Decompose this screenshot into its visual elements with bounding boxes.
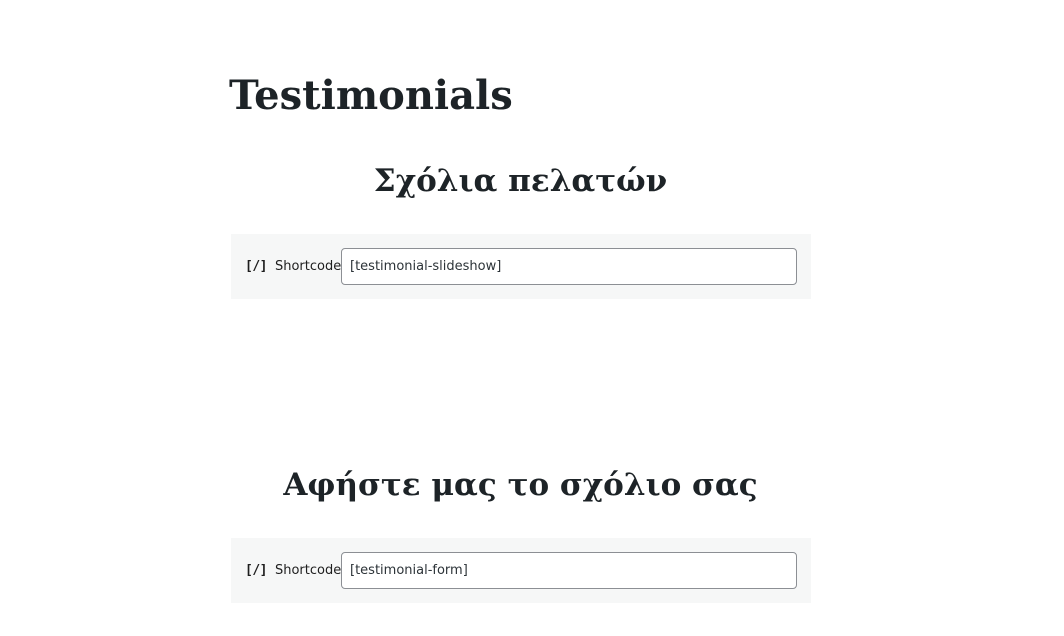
shortcode-label: [/] Shortcode bbox=[245, 234, 341, 299]
shortcode-icon: [/] bbox=[245, 259, 267, 274]
shortcode-icon: [/] bbox=[245, 563, 267, 578]
shortcode-block-slideshow[interactable]: [/] Shortcode bbox=[231, 234, 811, 299]
editor-canvas: Testimonials Σχόλια πελατών [/] Shortcod… bbox=[0, 0, 1064, 636]
page-title[interactable]: Testimonials bbox=[229, 70, 513, 122]
shortcode-input[interactable] bbox=[341, 248, 797, 285]
shortcode-block-form[interactable]: [/] Shortcode bbox=[231, 538, 811, 603]
section-heading-leave-comment[interactable]: Αφήστε μας το σχόλιο σας bbox=[230, 464, 811, 506]
shortcode-label-text: Shortcode bbox=[274, 563, 342, 578]
shortcode-label: [/] Shortcode bbox=[245, 538, 341, 603]
section-heading-customer-comments[interactable]: Σχόλια πελατών bbox=[230, 160, 811, 202]
shortcode-input[interactable] bbox=[341, 552, 797, 589]
shortcode-label-text: Shortcode bbox=[274, 259, 342, 274]
